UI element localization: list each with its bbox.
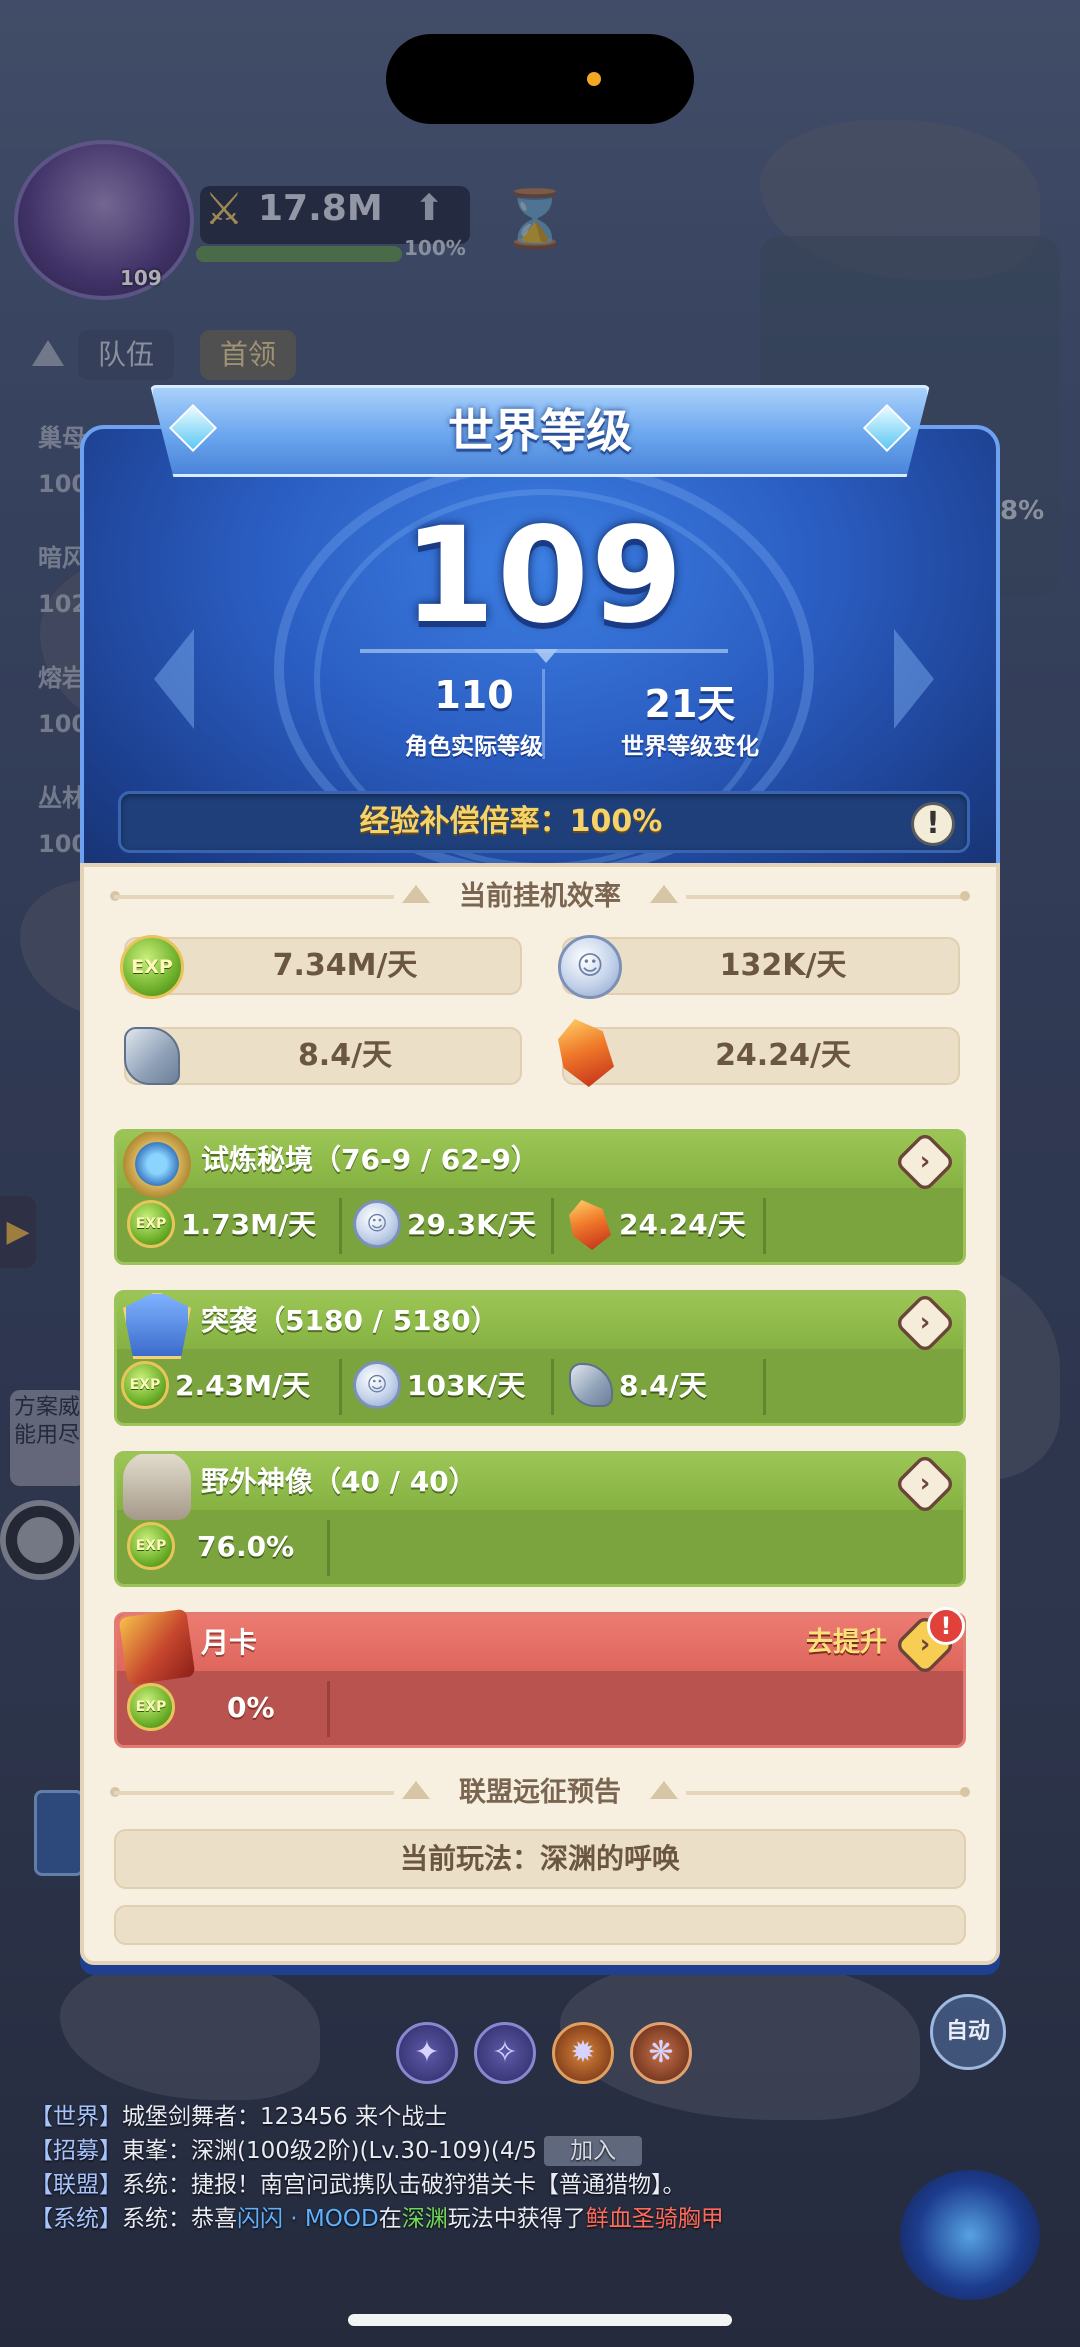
source-card-statue[interactable]: 野外神像（40 / 40） › EXP 76.0% bbox=[114, 1451, 966, 1587]
upgrade-link[interactable]: 去提升 bbox=[806, 1615, 887, 1671]
reward-cell: 24.24/天 bbox=[555, 1192, 765, 1260]
chat-line: 【招募】東峯：深渊(100级2阶)(Lv.30-109)(4/5 加入 bbox=[30, 2134, 890, 2168]
alert-badge: ! bbox=[927, 1607, 965, 1645]
reward-value: 24.24/天 bbox=[619, 1208, 746, 1241]
player-name[interactable]: 闪闪 · MOOD bbox=[237, 2206, 379, 2232]
reward-cell: EXP 2.43M/天 bbox=[117, 1353, 339, 1421]
reward-value: 103K/天 bbox=[407, 1369, 526, 1402]
chevron-right-icon: › bbox=[919, 1468, 931, 1499]
level-change-value: 21天 bbox=[644, 682, 736, 726]
actual-level-label: 角色实际等级 bbox=[405, 734, 543, 760]
skill-icon[interactable]: ✧ bbox=[474, 2022, 536, 2084]
chat-line: 【系统】系统：恭喜闪闪 · MOOD在深渊玩法中获得了鲜血圣骑胸甲 bbox=[30, 2206, 724, 2232]
efficiency-coin-value: 132K/天 bbox=[719, 948, 847, 983]
monthly-card-icon bbox=[118, 1608, 196, 1686]
source-card-trial[interactable]: 试炼秘境（76-9 / 62-9） › EXP 1.73M/天 ☺ 29.3K/… bbox=[114, 1129, 966, 1265]
chat-line: 【世界】城堡剑舞者：123456 来个战士 bbox=[30, 2104, 448, 2130]
statue-icon bbox=[123, 1454, 191, 1520]
modal-title: 世界等级 bbox=[448, 404, 632, 458]
section-header: 联盟远征预告 bbox=[110, 1771, 970, 1815]
alliance-mode: 当前玩法：深渊的呼唤 bbox=[114, 1829, 966, 1889]
source-title: 野外神像（40 / 40） bbox=[201, 1465, 477, 1498]
skill-icon[interactable]: ✹ bbox=[552, 2022, 614, 2084]
efficiency-exp-value: 7.34M/天 bbox=[272, 948, 418, 983]
source-rewards: EXP 0% bbox=[117, 1675, 963, 1743]
chevron-right-icon: › bbox=[919, 1146, 931, 1177]
portal-icon[interactable] bbox=[900, 2170, 1040, 2300]
source-title: 月卡 bbox=[201, 1626, 258, 1659]
coin-icon: ☺ bbox=[353, 1361, 401, 1409]
home-indicator[interactable] bbox=[348, 2314, 732, 2326]
efficiency-stone: 8.4/天 bbox=[124, 1027, 522, 1085]
source-rewards: EXP 2.43M/天 ☺ 103K/天 8.4/天 bbox=[117, 1353, 963, 1421]
exp-icon: EXP bbox=[121, 1361, 169, 1409]
exp-icon: EXP bbox=[127, 1683, 175, 1731]
reward-cell: ☺ 103K/天 bbox=[343, 1353, 553, 1421]
level-change-label: 世界等级变化 bbox=[621, 734, 759, 760]
reward-value: 29.3K/天 bbox=[407, 1208, 537, 1241]
exp-icon: EXP bbox=[120, 935, 184, 999]
reward-cell: 8.4/天 bbox=[555, 1353, 765, 1421]
section-header: 当前挂机效率 bbox=[110, 875, 970, 919]
efficiency-title: 当前挂机效率 bbox=[459, 881, 621, 912]
reward-cell: EXP 1.73M/天 bbox=[117, 1192, 339, 1260]
chevron-right-icon: › bbox=[919, 1307, 931, 1338]
info-icon[interactable]: ! bbox=[911, 802, 955, 846]
stone-icon bbox=[569, 1363, 613, 1407]
skill-icon[interactable]: ✦ bbox=[396, 2022, 458, 2084]
actual-level-value: 110 bbox=[434, 673, 514, 717]
reward-value: 1.73M/天 bbox=[181, 1208, 317, 1241]
dynamic-island bbox=[386, 34, 694, 124]
join-button[interactable]: 加入 bbox=[544, 2136, 643, 2166]
chat-feed[interactable]: 【世界】城堡剑舞者：123456 来个战士 【招募】東峯：深渊(100级2阶)(… bbox=[30, 2100, 890, 2236]
source-card-raid[interactable]: 突袭（5180 / 5180） › EXP 2.43M/天 ☺ 103K/天 8… bbox=[114, 1290, 966, 1426]
auto-button[interactable]: 自动 bbox=[930, 1994, 1006, 2070]
reward-value: 76.0% bbox=[197, 1530, 295, 1563]
source-rewards: EXP 1.73M/天 ☺ 29.3K/天 24.24/天 bbox=[117, 1192, 963, 1260]
reward-cell: ☺ 29.3K/天 bbox=[343, 1192, 553, 1260]
modal-header-panel: 109 110 角色实际等级 21天 世界等级变化 经验补偿倍率：100% ! bbox=[80, 425, 1000, 885]
exp-compensation-bar: 经验补偿倍率：100% ! bbox=[118, 791, 970, 853]
reward-value: 0% bbox=[227, 1691, 275, 1724]
source-title: 突袭（5180 / 5180） bbox=[201, 1304, 499, 1337]
source-card-monthly[interactable]: 月卡 去提升 › ! EXP 0% bbox=[114, 1607, 966, 1748]
efficiency-crystal: 24.24/天 bbox=[562, 1027, 960, 1085]
chat-line: 【联盟】系统：捷报！南宫问武携队击破狩猎关卡【普通猎物】。 bbox=[30, 2172, 686, 2198]
coin-icon: ☺ bbox=[558, 935, 622, 999]
efficiency-crystal-value: 24.24/天 bbox=[715, 1038, 851, 1073]
coin-icon: ☺ bbox=[353, 1200, 401, 1248]
stone-icon bbox=[124, 1027, 180, 1085]
source-rewards: EXP 76.0% bbox=[117, 1514, 963, 1582]
efficiency-stone-value: 8.4/天 bbox=[297, 1038, 393, 1073]
exp-compensation-text: 经验补偿倍率：100% bbox=[359, 804, 663, 839]
exp-icon: EXP bbox=[127, 1522, 175, 1570]
modal-body: 当前挂机效率 7.34M/天 EXP 132K/天 ☺ 8.4/天 24.24/… bbox=[80, 863, 1000, 1965]
alliance-schedule-row bbox=[114, 1905, 966, 1945]
skill-icon[interactable]: ❋ bbox=[630, 2022, 692, 2084]
reward-cell: EXP 76.0% bbox=[117, 1514, 327, 1582]
reward-value: 2.43M/天 bbox=[175, 1369, 311, 1402]
reward-value: 8.4/天 bbox=[619, 1369, 707, 1402]
world-level-value: 109 bbox=[403, 499, 685, 653]
alliance-title: 联盟远征预告 bbox=[459, 1777, 621, 1808]
trial-icon bbox=[123, 1132, 191, 1198]
crystal-icon bbox=[569, 1200, 611, 1250]
item-name[interactable]: 鲜血圣骑胸甲 bbox=[586, 2206, 724, 2232]
source-title: 试炼秘境（76-9 / 62-9） bbox=[201, 1143, 539, 1176]
world-level-modal: 109 110 角色实际等级 21天 世界等级变化 经验补偿倍率：100% ! … bbox=[80, 385, 1000, 1965]
exp-icon: EXP bbox=[127, 1200, 175, 1248]
recording-indicator bbox=[587, 72, 601, 86]
reward-cell: EXP 0% bbox=[117, 1675, 327, 1743]
